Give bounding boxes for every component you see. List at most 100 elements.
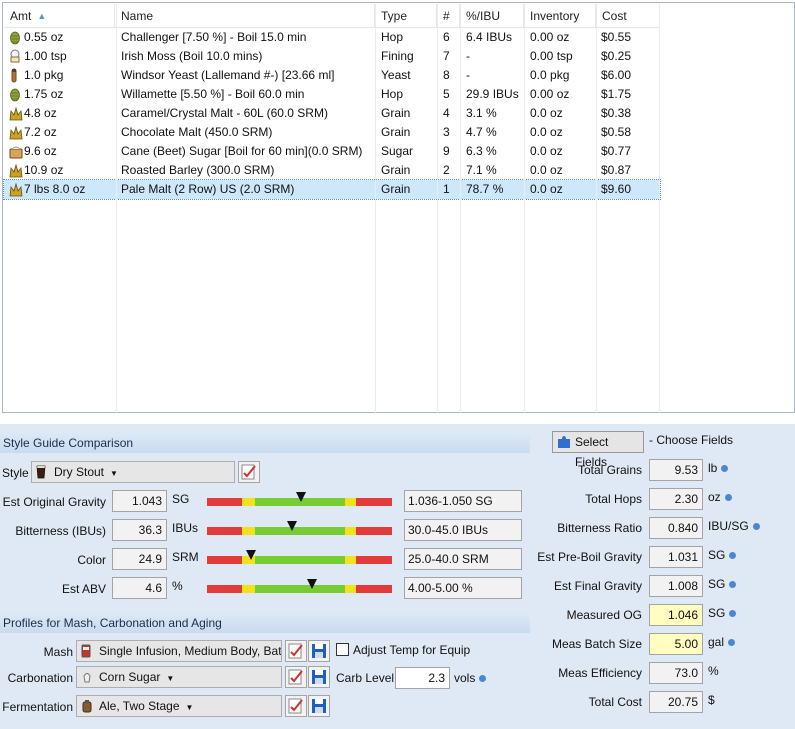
gauge-bar-high	[356, 498, 392, 506]
cell-inv: 0.0 pkg	[530, 68, 570, 82]
recipe-summary-panel: Style Guide Comparison Style Dry Stout ▼ …	[0, 424, 795, 729]
table-row[interactable]: 1.0 pkg Windsor Yeast (Lallemand #-) [23.…	[4, 66, 660, 85]
column-header-inventory[interactable]: Inventory	[524, 4, 596, 28]
info-dot-icon[interactable]	[479, 675, 487, 682]
carbonation-save-button[interactable]	[308, 666, 330, 688]
gauge-bar-caution-low	[242, 527, 255, 535]
save-disk-icon	[312, 699, 326, 713]
style-dropdown[interactable]: Dry Stout ▼	[31, 461, 235, 483]
field-unit: $	[708, 693, 715, 707]
cell-cost: $0.87	[601, 163, 632, 177]
cell-name: Challenger [7.50 %] - Boil 15.0 min	[121, 30, 307, 44]
field-value: 73.0	[649, 662, 703, 684]
mash-tun-icon	[81, 644, 91, 658]
gauge-value: 24.9	[112, 548, 167, 570]
cell-amt: 1.75 oz	[24, 87, 64, 101]
cell-inv: 0.0 oz	[530, 144, 563, 158]
table-row[interactable]: 4.8 oz Caramel/Crystal Malt - 60L (60.0 S…	[4, 104, 660, 123]
carbonation-label: Carbonation	[7, 671, 73, 685]
gauge-bar-low	[207, 498, 242, 506]
fermentation-save-button[interactable]	[308, 695, 330, 717]
edit-checklist-icon	[241, 464, 256, 480]
info-dot-icon[interactable]	[729, 581, 737, 588]
column-header-name[interactable]: Name	[115, 4, 375, 28]
gauge-label: Est Original Gravity	[2, 495, 106, 509]
mash-save-button[interactable]	[308, 640, 330, 662]
puzzle-piece-icon	[557, 435, 571, 449]
table-row[interactable]: 1.75 oz Willamette [5.50 %] - Boil 60.0 m…	[4, 85, 660, 104]
gauge-label: Color	[77, 553, 106, 567]
cell-cost: $0.25	[601, 49, 632, 63]
table-row[interactable]: 7.2 oz Chocolate Malt (450.0 SRM) Grain 3 4.…	[4, 123, 660, 142]
mash-edit-button[interactable]	[285, 640, 307, 662]
carb-level-input[interactable]: 2.3	[395, 667, 450, 689]
table-row[interactable]: 1.00 tsp Irish Moss (Boil 10.0 mins) Finin…	[4, 47, 660, 66]
cell-type: Grain	[381, 182, 411, 196]
field-label: Total Cost	[588, 695, 642, 709]
cell-amt: 1.0 pkg	[24, 68, 64, 82]
mash-profile-dropdown[interactable]: Single Infusion, Medium Body, Batch Spar…	[76, 640, 282, 662]
info-dot-icon[interactable]	[729, 552, 737, 559]
carb-level-label: Carb Level	[336, 671, 395, 685]
adjust-temp-checkbox-wrap[interactable]: Adjust Temp for Equip	[336, 643, 470, 657]
field-unit: IBU/SG	[708, 519, 760, 533]
table-row[interactable]: 7 lbs 8.0 oz Pale Malt (2 Row) US (2.0 SR…	[3, 179, 661, 200]
cell-amt: 7.2 oz	[24, 125, 57, 139]
field-unit: lb	[708, 461, 729, 475]
grain-icon	[8, 125, 24, 140]
gauge-bar-caution-high	[345, 498, 356, 506]
cell-cost: $9.60	[601, 182, 632, 196]
cell-type: Hop	[381, 87, 404, 101]
gauge-bar-caution-high	[345, 527, 356, 535]
carbonation-edit-button[interactable]	[285, 666, 307, 688]
table-row[interactable]: 10.9 oz Roasted Barley (300.0 SRM) Grain 2 7…	[4, 161, 660, 180]
field-unit: SG	[708, 577, 737, 591]
gauge-value: 36.3	[112, 519, 167, 541]
gauge-bar-caution-low	[242, 585, 255, 593]
style-edit-button[interactable]	[238, 461, 260, 483]
gauge-bar-ok	[255, 527, 345, 535]
column-divider	[659, 4, 660, 414]
field-value: 9.53	[649, 459, 703, 481]
edit-checklist-icon	[288, 698, 303, 714]
fermentation-edit-button[interactable]	[285, 695, 307, 717]
info-dot-icon[interactable]	[721, 465, 729, 472]
info-dot-icon[interactable]	[728, 639, 736, 646]
grain-icon	[8, 182, 24, 197]
carbonation-dropdown[interactable]: Corn Sugar ▼	[76, 666, 282, 688]
info-dot-icon[interactable]	[752, 523, 760, 530]
field-label: Est Pre-Boil Gravity	[537, 550, 642, 564]
gauge-range: 30.0-45.0 IBUs	[404, 519, 522, 541]
gauge-bar-caution-high	[345, 585, 356, 593]
field-unit: SG	[708, 606, 737, 620]
field-value[interactable]: 1.046	[649, 604, 703, 626]
gauge-label: Est ABV	[61, 582, 106, 596]
column-header-cost[interactable]: Cost	[596, 4, 660, 28]
column-header-percent-ibu[interactable]: %/IBU	[460, 4, 524, 28]
cell-inv: 0.00 oz	[530, 30, 570, 44]
field-value: 2.30	[649, 488, 703, 510]
cell-pct: 78.7 %	[466, 182, 504, 196]
column-header-number[interactable]: #	[437, 4, 460, 28]
column-header-type[interactable]: Type	[375, 4, 437, 28]
adjust-temp-checkbox[interactable]	[336, 643, 349, 656]
column-header-amt[interactable]: Amt ▲	[4, 4, 115, 28]
gauge-bar-low	[207, 527, 242, 535]
field-label: Meas Batch Size	[551, 637, 642, 651]
gauge-bar-ok	[255, 585, 345, 593]
table-row[interactable]: 0.55 oz Challenger [7.50 %] - Boil 15.0 m…	[4, 28, 660, 47]
cell-type: Grain	[381, 163, 411, 177]
cell-name: Roasted Barley (300.0 SRM)	[121, 163, 275, 177]
gauge-bar-low	[207, 556, 242, 564]
cell-name: Irish Moss (Boil 10.0 mins)	[121, 49, 263, 63]
select-fields-button[interactable]: Select Fields	[552, 431, 644, 469]
info-dot-icon[interactable]	[724, 494, 732, 501]
info-dot-icon[interactable]	[729, 610, 737, 617]
field-value[interactable]: 5.00	[649, 633, 703, 655]
table-row[interactable]: 9.6 oz Cane (Beet) Sugar [Boil for 60 min…	[4, 142, 660, 161]
cell-name: Cane (Beet) Sugar [Boil for 60 min](0.0 …	[121, 144, 363, 158]
edit-checklist-icon	[288, 669, 303, 685]
field-value: 1.031	[649, 546, 703, 568]
fermentation-dropdown[interactable]: Ale, Two Stage ▼	[76, 695, 282, 717]
hop-icon	[8, 30, 24, 45]
